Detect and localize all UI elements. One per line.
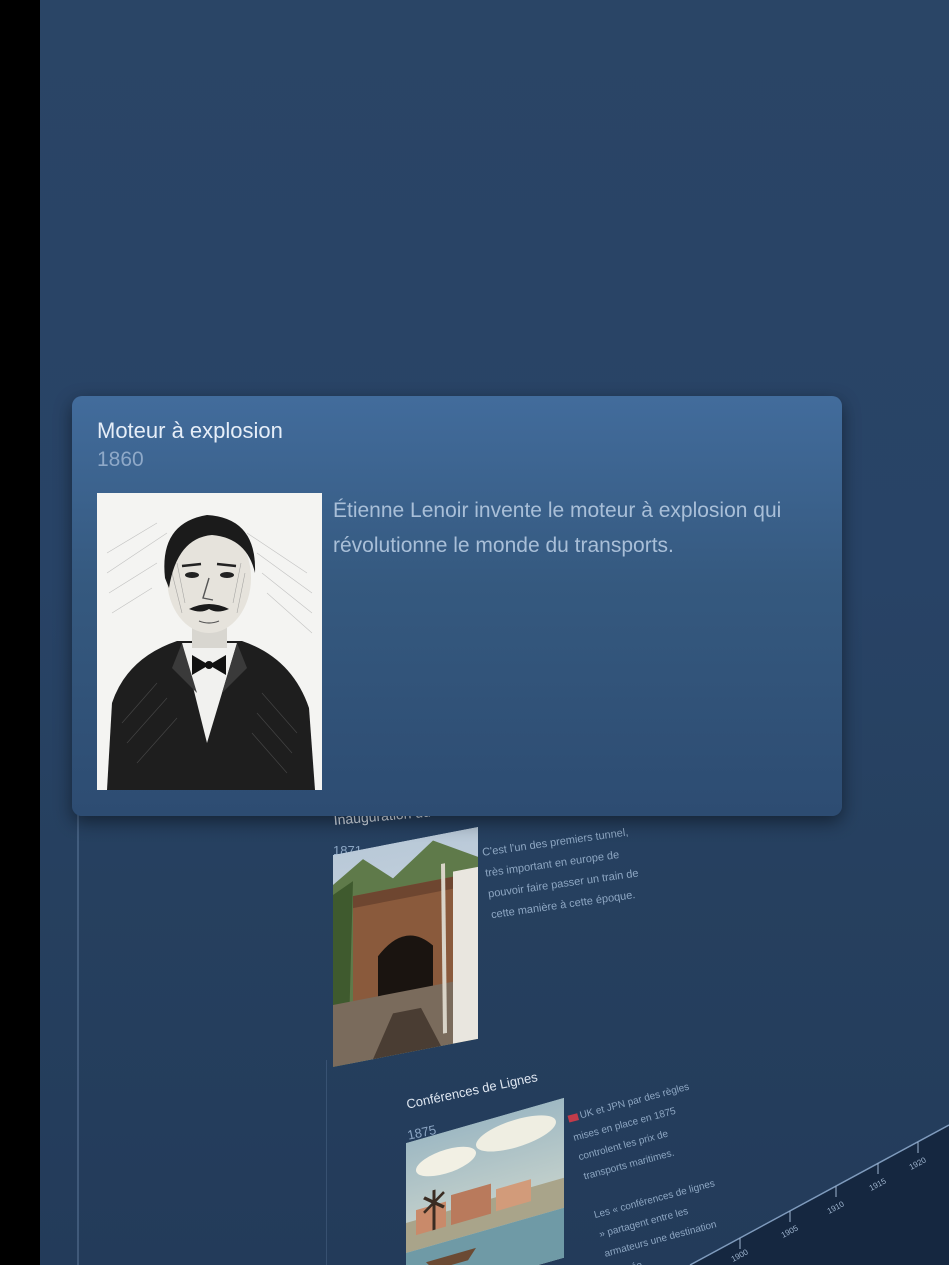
event-detail-card[interactable]: Moteur à explosion 1860 Étienne Lenoir i… bbox=[72, 396, 842, 816]
portrait-engraving bbox=[97, 493, 322, 790]
timeline-guide-line-secondary bbox=[326, 1060, 327, 1265]
screen-edge bbox=[0, 0, 40, 1265]
card-year: 1860 bbox=[97, 448, 144, 471]
timeline-guide-line bbox=[77, 815, 79, 1265]
timeline-screen: Inauguration du tunnel ferroviaire 1871 bbox=[0, 0, 949, 1265]
card-title: Moteur à explosion bbox=[97, 418, 283, 443]
card-description: Étienne Lenoir invente le moteur à explo… bbox=[333, 499, 782, 557]
portrait-image[interactable] bbox=[97, 493, 322, 790]
